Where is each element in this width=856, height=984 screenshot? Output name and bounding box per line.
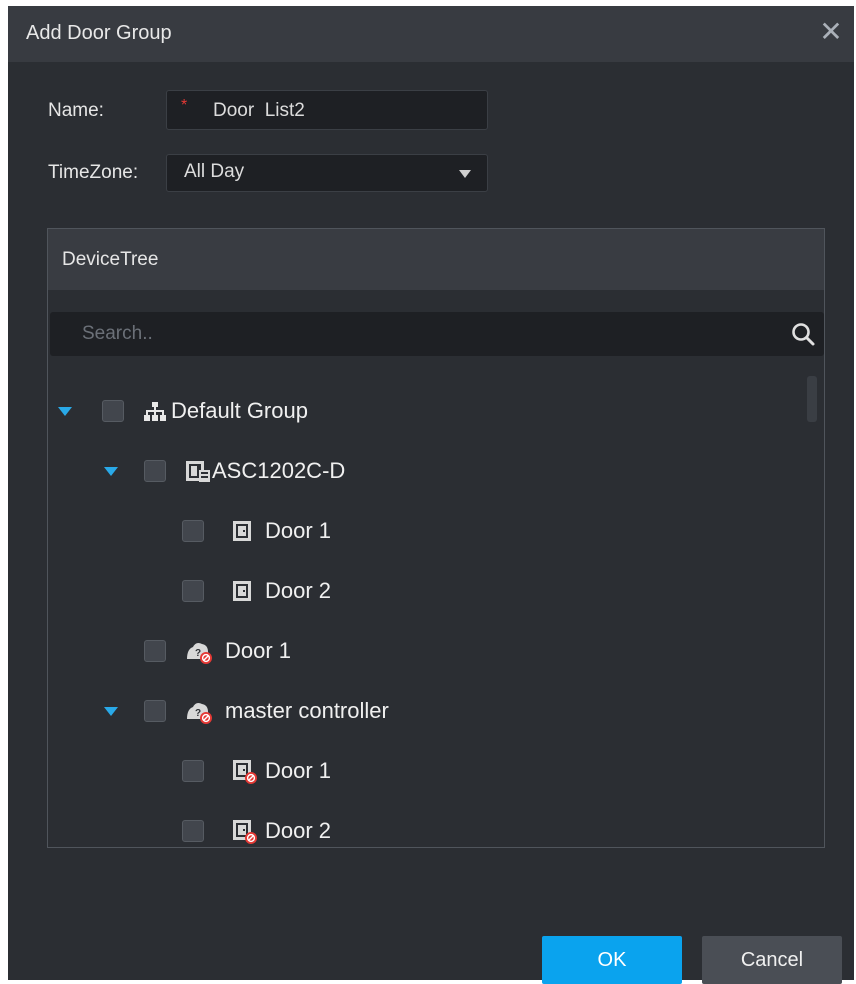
tree-node-door-1-offline[interactable]: ? Door 1 xyxy=(48,631,798,671)
name-value: Door List2 xyxy=(213,100,305,121)
group-tree-icon xyxy=(144,402,166,421)
tree-node-door-1[interactable]: Door 1 xyxy=(48,511,798,551)
dialog-titlebar: Add Door Group ✕ xyxy=(8,6,854,62)
add-door-group-dialog: Add Door Group ✕ Name: * Door List2 Time… xyxy=(8,6,854,984)
tree-node-door-1-master[interactable]: Door 1 xyxy=(48,751,798,791)
offline-device-icon: ? xyxy=(187,703,212,724)
offline-device-icon: ? xyxy=(187,643,212,664)
expand-arrow-icon[interactable] xyxy=(104,707,118,716)
access-controller-icon xyxy=(186,461,210,482)
tree-checkbox[interactable] xyxy=(182,580,204,602)
dropdown-arrow-icon[interactable] xyxy=(459,170,471,178)
close-icon[interactable]: ✕ xyxy=(816,17,846,47)
device-tree-header: DeviceTree xyxy=(48,229,824,290)
expand-arrow-icon[interactable] xyxy=(104,467,118,476)
offline-door-icon xyxy=(233,820,257,844)
tree-node-label: Door 1 xyxy=(265,758,332,783)
tree-node-door-2-master[interactable]: Door 2 xyxy=(48,811,798,847)
tree-checkbox[interactable] xyxy=(102,400,124,422)
timezone-value: All Day xyxy=(184,161,245,182)
door-icon xyxy=(233,521,251,541)
ok-button[interactable]: OK xyxy=(542,936,682,984)
device-tree-title: DeviceTree xyxy=(62,249,159,270)
offline-door-icon xyxy=(233,760,257,784)
tree-checkbox[interactable] xyxy=(182,520,204,542)
timezone-label: TimeZone: xyxy=(48,162,139,183)
tree-node-label: Door 1 xyxy=(225,638,292,663)
search-placeholder: Search.. xyxy=(82,323,153,344)
tree-node-label: Door 1 xyxy=(265,518,332,543)
tree-checkbox[interactable] xyxy=(144,640,166,662)
search-icon[interactable] xyxy=(790,321,816,347)
required-mark: * xyxy=(181,97,188,114)
door-icon xyxy=(233,581,251,601)
device-tree-panel: DeviceTree Search.. Default Group ASC120… xyxy=(47,228,825,848)
search-input[interactable]: Search.. xyxy=(50,312,824,356)
name-label: Name: xyxy=(48,100,104,121)
tree-node-asc1202c-d[interactable]: ASC1202C-D xyxy=(48,451,798,491)
tree-node-label: master controller xyxy=(225,698,389,723)
scrollbar-thumb[interactable] xyxy=(807,376,817,422)
tree-node-label: Door 2 xyxy=(265,818,332,843)
timezone-select[interactable]: All Day xyxy=(166,154,488,192)
tree-node-door-2[interactable]: Door 2 xyxy=(48,571,798,611)
cancel-button[interactable]: Cancel xyxy=(702,936,842,984)
dialog-title: Add Door Group xyxy=(26,22,172,44)
tree-node-master-controller[interactable]: ? master controller xyxy=(48,691,798,731)
tree-node-default-group[interactable]: Default Group xyxy=(48,391,798,431)
expand-arrow-icon[interactable] xyxy=(58,407,72,416)
tree-node-label: Door 2 xyxy=(265,578,332,603)
tree-checkbox[interactable] xyxy=(182,820,204,842)
name-field[interactable]: * Door List2 xyxy=(166,90,488,130)
tree-node-label: ASC1202C-D xyxy=(212,458,346,483)
tree-node-label: Default Group xyxy=(171,398,308,423)
tree-checkbox[interactable] xyxy=(182,760,204,782)
tree-checkbox[interactable] xyxy=(144,700,166,722)
tree-checkbox[interactable] xyxy=(144,460,166,482)
